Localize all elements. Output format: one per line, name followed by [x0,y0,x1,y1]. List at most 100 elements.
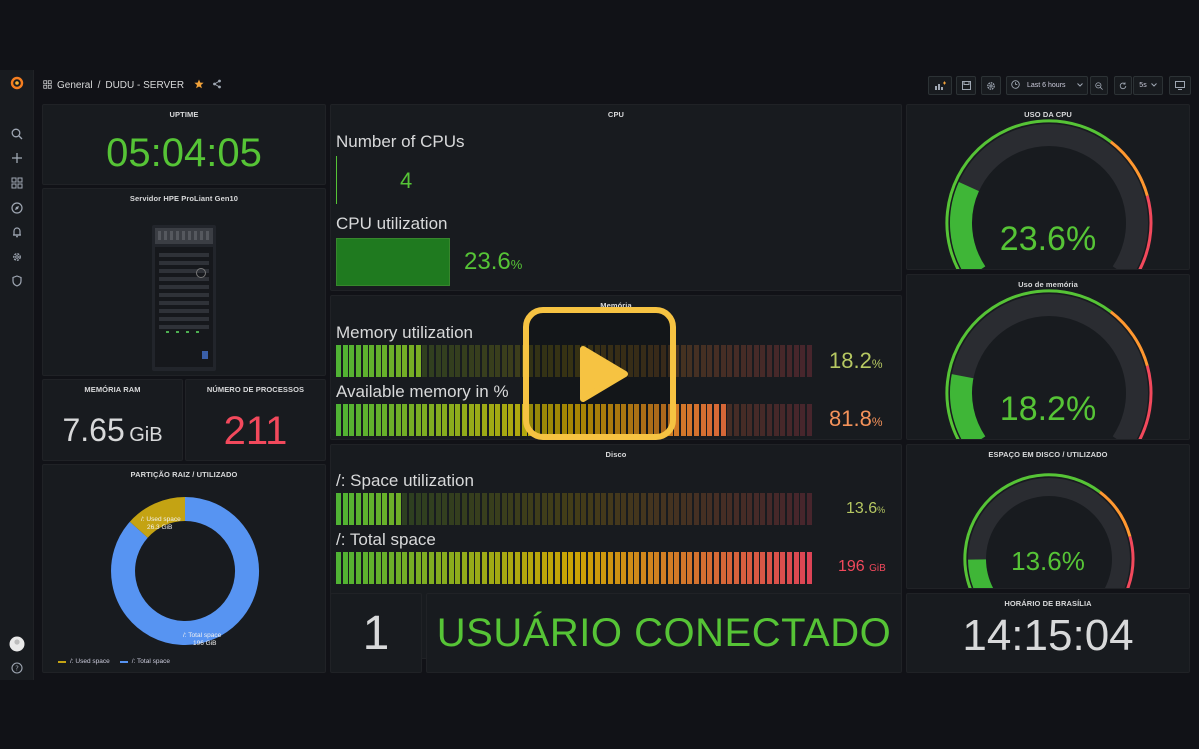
bar-segment [442,552,448,584]
bar-segment [415,345,421,377]
share-icon[interactable] [212,79,222,92]
dashboard-settings-button[interactable] [981,76,1001,95]
save-dashboard-button[interactable] [956,76,976,95]
bar-segment [773,404,779,436]
bar-segment [369,552,375,584]
bar-segment [740,493,746,525]
bar-segment [355,493,361,525]
bar-segment [534,552,540,584]
panel-horario[interactable]: HORÁRIO DE BRASÍLIA 14:15:04 [906,593,1190,673]
disk-util-bar [336,493,812,525]
mem-util-unit: % [871,357,883,371]
panel-espaco-disco[interactable]: ESPAÇO EM DISCO / UTILIZADO 13.6% [906,444,1190,589]
panel-memoria-ram[interactable]: MEMÓRIA RAM 7.65 GiB [42,379,183,461]
panel-uso-memoria[interactable]: Uso de memória 18.2% [906,274,1190,440]
bar-segment [462,345,467,377]
bar-segment [780,345,786,377]
bar-segment [806,493,812,525]
panel-cpu[interactable]: CPU Number of CPUs 4 CPU utilization 23.… [330,104,902,291]
add-panel-button[interactable] [928,76,952,95]
bar-segment [488,404,494,436]
bar-segment [375,345,381,377]
video-play-button[interactable] [523,307,676,440]
disk-util-stat: 13.6% [846,500,885,518]
bar-segment [475,493,481,525]
bar-segment [786,404,792,436]
panel-title: NÚMERO DE PROCESSOS [206,385,305,394]
avatar[interactable] [8,635,26,653]
bar-segment [687,404,693,436]
mem-util-stat: 18.2% [829,348,883,374]
cpu-util-label: CPU utilization [336,214,448,233]
tv-mode-button[interactable] [1169,76,1191,95]
bar-segment [495,345,501,377]
dashboards-icon[interactable] [8,174,26,192]
legend-used[interactable]: /: Used space [70,658,110,665]
cpu-count-label: Number of CPUs [336,132,465,151]
refresh-interval-picker[interactable]: 5s [1133,76,1163,95]
panel-server-image[interactable]: Servidor HPE ProLiant Gen10 [42,188,326,376]
bar-segment [607,493,613,525]
bar-segment [369,493,375,525]
alert-bell-icon[interactable] [8,223,26,241]
panel-usuario-conectado[interactable]: USUÁRIO CONECTADO [426,593,902,673]
zoom-out-button[interactable] [1090,76,1108,95]
bar-segment [515,493,520,525]
cpu-util-bar [336,238,450,286]
bar-segment [342,552,348,584]
bar-segment [760,404,766,436]
dashboard-title[interactable]: DUDU - SERVER [105,80,184,91]
bar-segment [780,552,786,584]
bar-segment [336,493,341,525]
bar-segment [647,552,653,584]
breadcrumb-folder[interactable]: General [57,80,93,91]
bar-segment [753,345,759,377]
panel-title: UPTIME [169,110,199,119]
bar-segment [568,493,574,525]
bar-segment [793,404,799,436]
bar-segment [528,552,534,584]
plus-icon[interactable] [8,149,26,167]
bar-segment [680,493,686,525]
panel-uptime[interactable]: UPTIME 05:04:05 [42,104,326,185]
bar-segment [342,404,348,436]
search-icon[interactable] [8,125,26,143]
bar-segment [733,552,739,584]
star-icon[interactable] [194,79,204,92]
bar-segment [336,404,341,436]
bar-segment [800,493,806,525]
bar-segment [621,552,627,584]
server-image [152,225,216,375]
disk-total-unit: GiB [869,563,886,574]
bar-segment [508,345,514,377]
panel-processos[interactable]: NÚMERO DE PROCESSOS 211 [185,379,326,461]
breadcrumb: General / DUDU - SERVER [43,79,222,92]
bar-segment [402,493,408,525]
bar-segment [786,493,792,525]
bar-segment [607,552,613,584]
explore-icon[interactable] [8,199,26,217]
refresh-button[interactable] [1114,76,1132,95]
panel-title: CPU [607,110,625,119]
bar-segment [508,493,514,525]
mem-util-value: 18.2 [829,348,872,373]
panel-uso-cpu[interactable]: USO DA CPU 23.6% [906,104,1190,270]
grafana-logo-icon[interactable] [8,74,26,92]
svg-text:?: ? [15,665,19,673]
help-icon[interactable]: ? [8,659,26,677]
panel-usuarios-count[interactable]: 1 [330,593,422,673]
bar-segment [800,552,806,584]
bar-segment [634,493,640,525]
bar-segment [694,345,700,377]
shield-icon[interactable] [8,272,26,290]
legend-total[interactable]: /: Total space [132,658,170,665]
bar-segment [389,404,394,436]
bar-segment [727,552,733,584]
gear-icon[interactable] [8,248,26,266]
panel-particao[interactable]: PARTIÇÃO RAIZ / UTILIZADO /: Used space … [42,464,326,673]
time-range-picker[interactable]: Last 6 hours [1006,76,1088,95]
disk-util-unit: % [877,505,886,515]
pie-total-label: /: Total space 196 GiB [183,632,221,648]
pie-total-value: 196 GiB [193,640,217,647]
bar-segment [355,345,361,377]
